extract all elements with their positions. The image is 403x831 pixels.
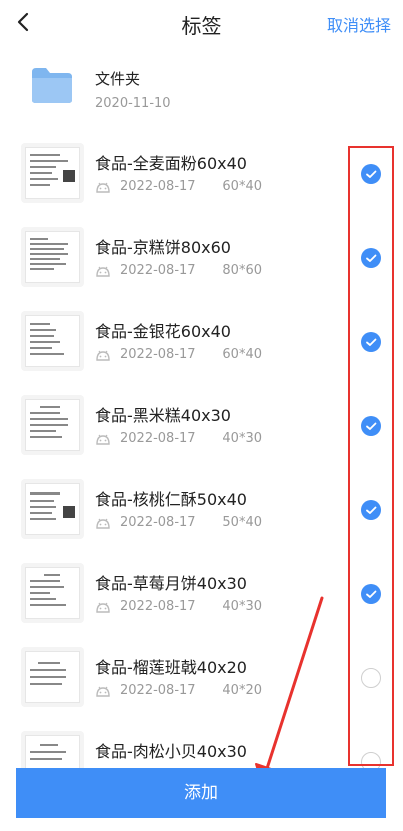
add-button[interactable]: 添加 [16,768,386,818]
label-thumbnail [21,563,84,623]
item-name: 食品-榴莲班戟40x20 [95,658,247,677]
android-icon [96,602,110,613]
cancel-selection-button[interactable]: 取消选择 [327,12,391,36]
list-item[interactable]: 食品-京糕饼80x60 2022-08-17 80*60 [0,224,403,308]
list-item[interactable]: 食品-榴莲班戟40x20 2022-08-17 40*20 [0,644,403,728]
list-item[interactable]: 食品-黑米糕40x30 2022-08-17 40*30 [0,392,403,476]
item-size: 40*30 [222,599,262,614]
label-thumbnail [21,311,84,371]
item-date: 2022-08-17 [120,515,196,530]
item-name: 食品-核桃仁酥50x40 [95,490,247,509]
item-date: 2022-08-17 [120,683,196,698]
list-item[interactable]: 食品-核桃仁酥50x40 2022-08-17 50*40 [0,476,403,560]
item-date: 2022-08-17 [120,263,196,278]
folder-date: 2020-11-10 [95,96,171,111]
annotation-highlight-box [348,146,394,766]
android-icon [96,518,110,529]
item-size: 80*60 [222,263,262,278]
label-thumbnail [21,227,84,287]
folder-item[interactable]: 文件夹 2020-11-10 [0,58,403,128]
android-icon [96,182,110,193]
list-item[interactable]: 食品-全麦面粉60x40 2022-08-17 60*40 [0,140,403,224]
item-size: 50*40 [222,515,262,530]
label-list[interactable]: 食品-全麦面粉60x40 2022-08-17 60*40 食品-京糕饼80x6… [0,140,403,768]
folder-name: 文件夹 [95,70,141,88]
android-icon [96,434,110,445]
label-thumbnail [21,731,84,768]
label-thumbnail [21,479,84,539]
folder-icon [32,68,72,103]
item-date: 2022-08-17 [120,599,196,614]
item-size: 40*30 [222,431,262,446]
item-name: 食品-草莓月饼40x30 [95,574,247,593]
android-icon [96,686,110,697]
label-thumbnail [21,143,84,203]
item-date: 2022-08-17 [120,431,196,446]
item-name: 食品-金银花60x40 [95,322,231,341]
item-name: 食品-全麦面粉60x40 [95,154,247,173]
list-item[interactable]: 食品-肉松小贝40x30 [0,728,403,768]
list-item[interactable]: 食品-金银花60x40 2022-08-17 60*40 [0,308,403,392]
android-icon [96,350,110,361]
item-size: 60*40 [222,179,262,194]
item-size: 40*20 [222,683,262,698]
item-size: 60*40 [222,347,262,362]
label-thumbnail [21,647,84,707]
item-name: 食品-黑米糕40x30 [95,406,231,425]
label-thumbnail [21,395,84,455]
item-name: 食品-京糕饼80x60 [95,238,231,257]
list-item[interactable]: 食品-草莓月饼40x30 2022-08-17 40*30 [0,560,403,644]
item-name: 食品-肉松小贝40x30 [95,742,247,761]
android-icon [96,266,110,277]
item-date: 2022-08-17 [120,179,196,194]
top-bar: 标签 取消选择 [0,0,403,46]
item-date: 2022-08-17 [120,347,196,362]
